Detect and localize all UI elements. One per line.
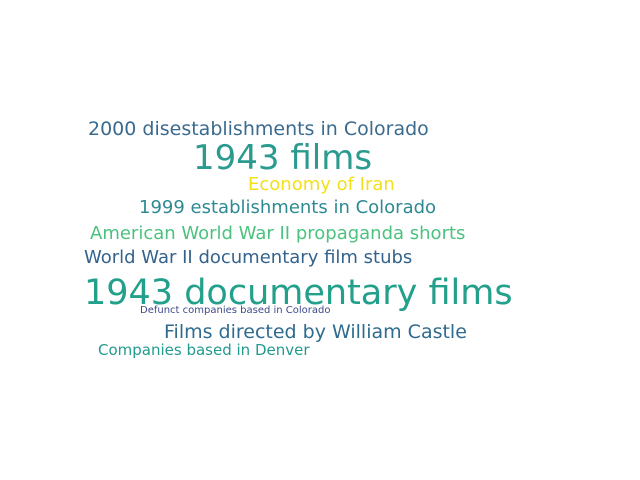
word-companies-based-in-denver: Companies based in Denver (98, 341, 310, 359)
word-american-world-war-ii-propaganda-shorts: American World War II propaganda shorts (90, 223, 466, 244)
word-2000-disestablishments-in-colorado: 2000 disestablishments in Colorado (88, 118, 429, 140)
word-cloud-canvas: 2000 disestablishments in Colorado 1943 … (0, 0, 640, 480)
word-defunct-companies-based-in-colorado: Defunct companies based in Colorado (140, 305, 331, 316)
word-films-directed-by-william-castle: Films directed by William Castle (164, 321, 467, 343)
word-economy-of-iran: Economy of Iran (248, 174, 395, 195)
word-1999-establishments-in-colorado: 1999 establishments in Colorado (139, 197, 437, 218)
word-1943-films: 1943 films (193, 138, 373, 178)
word-world-war-ii-documentary-film-stubs: World War II documentary film stubs (84, 247, 413, 268)
